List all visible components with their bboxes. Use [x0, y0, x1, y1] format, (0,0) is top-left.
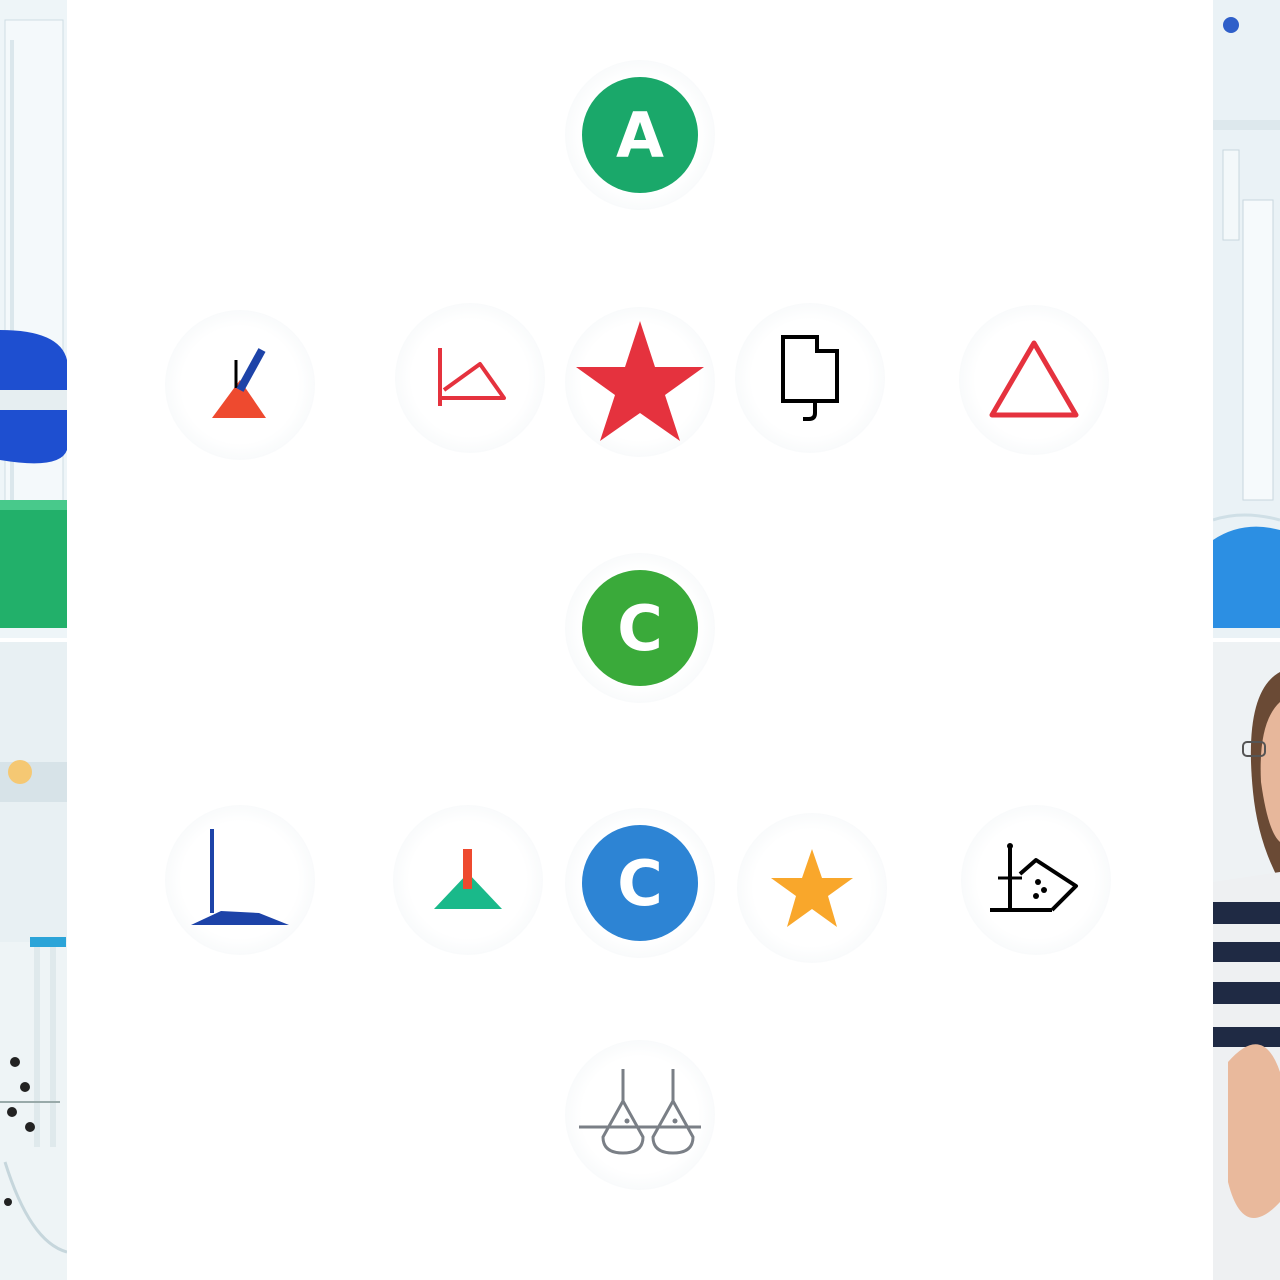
letter-c-badge-blue[interactable]: C [565, 808, 715, 958]
triangle-outline-icon[interactable] [959, 305, 1109, 455]
star-icon-orange[interactable] [737, 813, 887, 963]
balance-scale-icon[interactable] [565, 1040, 715, 1190]
badge-letter-c-blue: C [617, 846, 663, 920]
badge-letter-c: C [617, 591, 663, 665]
beaker-stirrer-icon[interactable] [165, 310, 315, 460]
letter-c-badge-circle: C [582, 570, 698, 686]
letter-c-badge[interactable]: C [565, 553, 715, 703]
burner-icon[interactable] [393, 805, 543, 955]
lab-glassware-photo-left-bottom [0, 642, 67, 1280]
letter-a-badge-circle: A [582, 77, 698, 193]
document-icon[interactable] [735, 303, 885, 453]
tripod-stand-icon[interactable] [165, 805, 315, 955]
badge-letter-a: A [616, 98, 664, 172]
lab-glassware-photo-left-top [0, 0, 67, 638]
lab-flask-photo-right-top [1213, 0, 1280, 638]
letter-c-badge-circle-blue: C [582, 825, 698, 941]
scientist-photo-right-bottom [1213, 642, 1280, 1280]
triangle-measure-icon[interactable] [395, 303, 545, 453]
flask-stand-icon[interactable] [961, 805, 1111, 955]
star-icon[interactable] [565, 307, 715, 457]
letter-a-badge[interactable]: A [565, 60, 715, 210]
